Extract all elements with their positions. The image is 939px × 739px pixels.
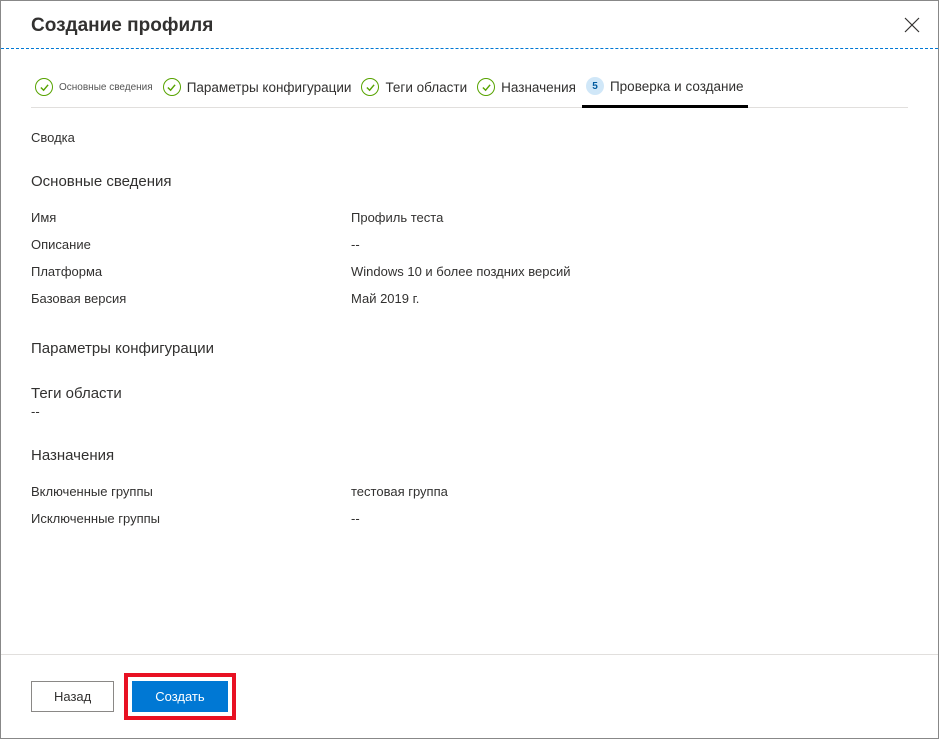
close-button[interactable] xyxy=(898,15,926,38)
wizard-steps: Основные сведения Параметры конфигурации… xyxy=(31,69,908,108)
label-platform: Платформа xyxy=(31,264,351,279)
label-description: Описание xyxy=(31,237,351,252)
label-included-groups: Включенные группы xyxy=(31,484,351,499)
assignments-grid: Включенные группы тестовая группа Исключ… xyxy=(31,478,908,532)
check-icon xyxy=(361,78,379,96)
step-label: Проверка и создание xyxy=(610,79,744,94)
section-basics-title: Основные сведения xyxy=(31,173,908,190)
row-baseline-version: Базовая версия Май 2019 г. xyxy=(31,285,908,312)
section-scope-title: Теги области xyxy=(31,385,908,402)
label-name: Имя xyxy=(31,210,351,225)
dialog-footer: Назад Создать xyxy=(1,654,938,738)
step-config[interactable]: Параметры конфигурации xyxy=(159,70,356,106)
row-excluded-groups: Исключенные группы -- xyxy=(31,505,908,532)
label-excluded-groups: Исключенные группы xyxy=(31,511,351,526)
check-icon xyxy=(35,78,53,96)
step-assignments[interactable]: Назначения xyxy=(473,70,580,106)
step-number-icon: 5 xyxy=(586,77,604,95)
step-scope-tags[interactable]: Теги области xyxy=(357,70,471,106)
value-excluded-groups: -- xyxy=(351,511,908,526)
value-included-groups: тестовая группа xyxy=(351,484,908,499)
row-included-groups: Включенные группы тестовая группа xyxy=(31,478,908,505)
dialog-content: Основные сведения Параметры конфигурации… xyxy=(1,49,938,542)
row-description: Описание -- xyxy=(31,231,908,258)
dialog-title: Создание профиля xyxy=(31,15,213,37)
value-name: Профиль теста xyxy=(351,210,908,225)
step-label: Назначения xyxy=(501,80,576,95)
create-button-highlight: Создать xyxy=(124,673,235,720)
step-label: Теги области xyxy=(385,80,467,95)
check-icon xyxy=(163,78,181,96)
section-assignments-title: Назначения xyxy=(31,447,908,464)
scope-tags-value: -- xyxy=(31,404,908,419)
step-review-create[interactable]: 5 Проверка и создание xyxy=(582,69,748,108)
step-label: Параметры конфигурации xyxy=(187,80,352,95)
value-platform: Windows 10 и более поздних версий xyxy=(351,264,908,279)
row-name: Имя Профиль теста xyxy=(31,204,908,231)
basics-grid: Имя Профиль теста Описание -- Платформа … xyxy=(31,204,908,312)
check-icon xyxy=(477,78,495,96)
step-basics[interactable]: Основные сведения xyxy=(31,70,157,106)
label-baseline-version: Базовая версия xyxy=(31,291,351,306)
summary-heading: Сводка xyxy=(31,130,908,145)
close-icon xyxy=(904,17,920,33)
value-baseline-version: Май 2019 г. xyxy=(351,291,908,306)
step-label: Основные сведения xyxy=(59,82,153,93)
dialog-header: Создание профиля xyxy=(1,1,938,48)
back-button[interactable]: Назад xyxy=(31,681,114,712)
section-config-title: Параметры конфигурации xyxy=(31,340,908,357)
row-platform: Платформа Windows 10 и более поздних вер… xyxy=(31,258,908,285)
create-button[interactable]: Создать xyxy=(132,681,227,712)
value-description: -- xyxy=(351,237,908,252)
